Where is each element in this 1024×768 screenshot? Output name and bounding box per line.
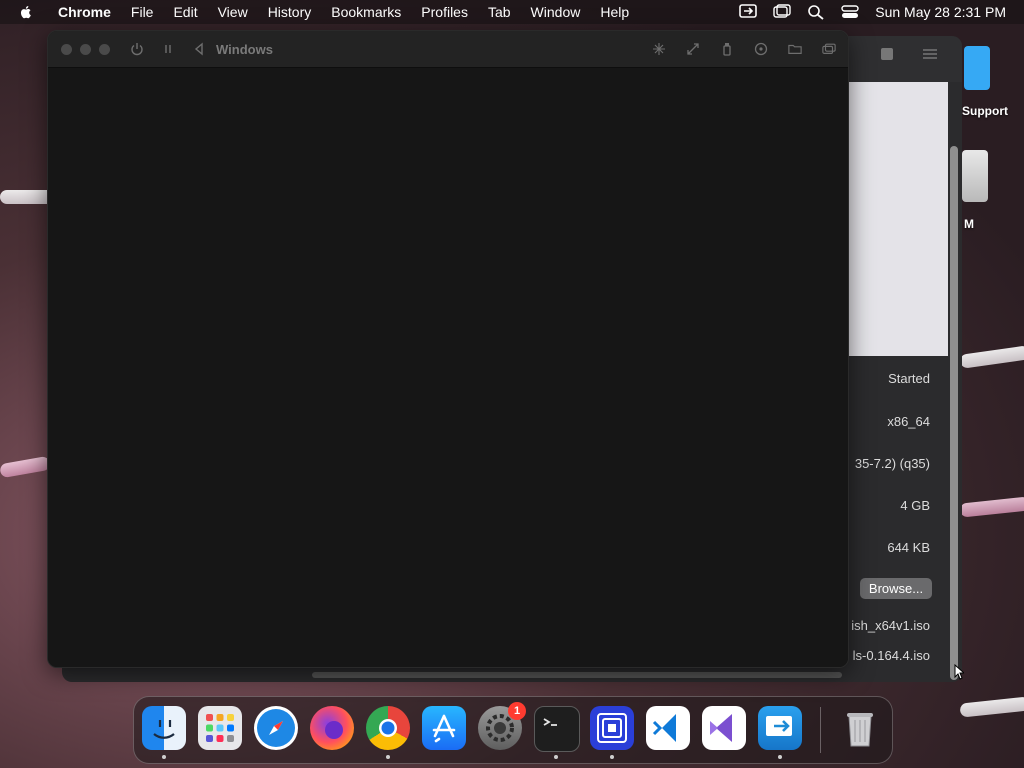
trash-icon[interactable] — [838, 706, 882, 750]
vm-machine-value: 35-7.2) (q35) — [854, 456, 930, 471]
app-store-icon[interactable] — [422, 706, 466, 750]
menu-file[interactable]: File — [121, 0, 164, 24]
notification-badge: 1 — [508, 702, 526, 720]
vm-screen[interactable] — [48, 68, 848, 667]
usb-icon[interactable] — [720, 42, 734, 56]
guest-tools-image-value: ls-0.164.4.iso — [852, 648, 930, 663]
running-indicator — [162, 755, 166, 759]
menu-history[interactable]: History — [258, 0, 322, 24]
running-indicator — [386, 755, 390, 759]
mouse-cursor-icon — [954, 664, 964, 680]
menu-bookmarks[interactable]: Bookmarks — [321, 0, 411, 24]
vm-size-value: 644 KB — [887, 540, 930, 555]
menu-window[interactable]: Window — [521, 0, 591, 24]
menu-app-name[interactable]: Chrome — [48, 0, 121, 24]
zoom-button[interactable] — [99, 43, 110, 55]
menu-bar-clock[interactable]: Sun May 28 2:31 PM — [875, 4, 1006, 20]
dock-separator — [820, 707, 821, 753]
resize-icon[interactable] — [686, 42, 700, 56]
power-icon[interactable] — [130, 42, 144, 56]
browse-button[interactable]: Browse... — [860, 578, 932, 599]
chrome-icon[interactable] — [366, 706, 410, 750]
drive-icon[interactable] — [754, 42, 768, 56]
dock: 1 — [133, 696, 893, 764]
horizontal-scrollbar[interactable] — [312, 672, 842, 678]
control-center-icon[interactable] — [841, 4, 859, 20]
folder-icon[interactable] — [788, 42, 802, 56]
desktop-folder-label[interactable]: Support — [962, 104, 1008, 118]
stop-icon[interactable] — [880, 47, 894, 61]
vm-window-titlebar: Windows — [48, 31, 848, 68]
desktop-drive-icon[interactable] — [962, 150, 988, 202]
menu-view[interactable]: View — [208, 0, 258, 24]
menu-profiles[interactable]: Profiles — [411, 0, 478, 24]
safari-icon[interactable] — [254, 706, 298, 750]
desktop-drive-label[interactable]: M — [964, 217, 974, 231]
sparkle-icon[interactable] — [652, 42, 666, 56]
vm-memory-value: 4 GB — [900, 498, 930, 513]
pause-icon[interactable] — [161, 42, 175, 56]
remote-desktop-icon[interactable] — [758, 706, 802, 750]
screen-mirroring-icon[interactable] — [739, 4, 758, 20]
launchpad-icon[interactable] — [198, 706, 242, 750]
vertical-scrollbar[interactable] — [950, 146, 958, 680]
desktop-folder-icon[interactable] — [964, 46, 990, 90]
vm-toolbar-actions — [652, 31, 836, 67]
menu-bar-status-area: Sun May 28 2:31 PM — [739, 0, 1006, 24]
vm-status-value: Started — [888, 371, 930, 386]
windows-icon[interactable] — [822, 42, 836, 56]
terminal-icon[interactable] — [534, 706, 580, 752]
close-button[interactable] — [61, 43, 72, 55]
search-icon[interactable] — [807, 4, 825, 20]
vm-display-window: Windows — [47, 30, 849, 668]
finder-icon[interactable] — [142, 706, 186, 750]
visual-studio-icon[interactable] — [702, 706, 746, 750]
vm-architecture-value: x86_64 — [887, 414, 930, 429]
back-icon[interactable] — [192, 42, 206, 56]
running-indicator — [610, 755, 614, 759]
menu-help[interactable]: Help — [590, 0, 639, 24]
menu-edit[interactable]: Edit — [163, 0, 207, 24]
vm-window-title: Windows — [216, 41, 273, 57]
menu-bar: Chrome File Edit View History Bookmarks … — [0, 0, 1024, 24]
utm-icon[interactable] — [590, 706, 634, 750]
vscode-icon[interactable] — [646, 706, 690, 750]
menu-tab[interactable]: Tab — [478, 0, 521, 24]
background-preview-pane — [848, 82, 948, 356]
cd-dvd-image-value: ish_x64v1.iso — [851, 618, 930, 633]
minimize-button[interactable] — [80, 43, 91, 55]
firefox-icon[interactable] — [310, 706, 354, 750]
apple-menu-icon[interactable] — [18, 4, 34, 20]
running-indicator — [554, 755, 558, 759]
settings-sliders-icon[interactable] — [922, 47, 938, 61]
window-icon[interactable] — [773, 4, 791, 20]
running-indicator — [778, 755, 782, 759]
